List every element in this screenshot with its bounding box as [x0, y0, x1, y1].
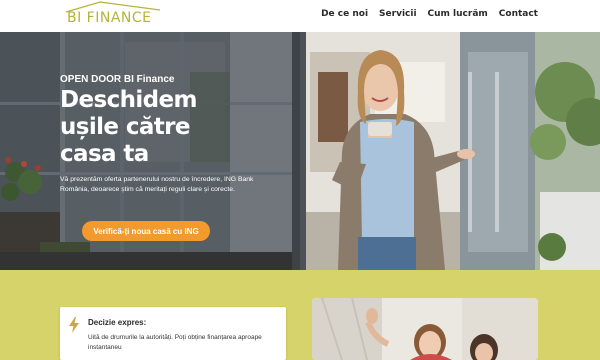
site-header: BI FINANCE De ce noi Servicii Cum lucrăm… [0, 0, 600, 32]
feature-card: Decizie expres: Uită de drumurile la aut… [60, 307, 286, 360]
nav-link-contact[interactable]: Contact [499, 9, 538, 19]
features-section: Decizie expres: Uită de drumurile la aut… [0, 270, 600, 360]
nav-link-servicii[interactable]: Servicii [379, 9, 416, 19]
hero-eyebrow: OPEN DOOR BI Finance [60, 74, 175, 85]
feature-card-description: Uită de drumurile la autorități. Poți ob… [88, 334, 262, 351]
hero-section: OPEN DOOR BI Finance Deschidem ușile căt… [0, 32, 600, 270]
logo-text: BI FINANCE [67, 10, 152, 26]
family-photo [312, 298, 538, 360]
nav-link-de-ce-noi[interactable]: De ce noi [321, 9, 368, 19]
main-nav: De ce noi Servicii Cum lucrăm Contact [321, 9, 538, 19]
logo[interactable]: BI FINANCE [64, 0, 164, 30]
hero-cta-button[interactable]: Verifică-ți noua casă cu ING [82, 221, 210, 241]
hero-description: Vă prezentăm oferta partenerului nostru … [60, 176, 254, 193]
lightning-bolt-icon [69, 317, 79, 333]
hero-text: OPEN DOOR BI Finance Deschidem ușile căt… [60, 74, 280, 195]
nav-link-cum-lucram[interactable]: Cum lucrăm [428, 9, 488, 19]
family-photo-image [312, 298, 538, 360]
feature-card-title: Decizie expres: [88, 318, 147, 327]
hero-title: Deschidem ușile către casa ta [60, 87, 198, 167]
